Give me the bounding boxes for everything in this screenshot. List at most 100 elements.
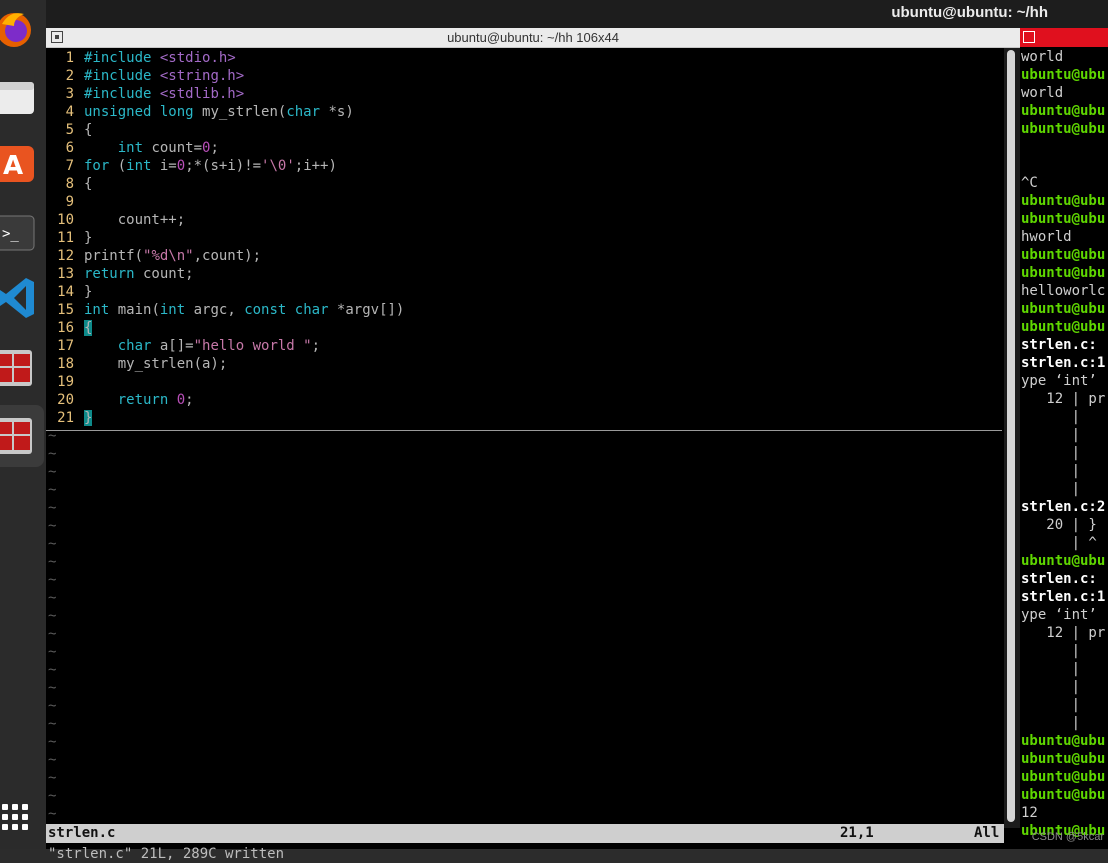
code-text[interactable]: return count; bbox=[84, 265, 194, 283]
code-text[interactable]: int count=0; bbox=[84, 139, 219, 157]
terminal-icon[interactable]: >_ bbox=[0, 208, 44, 264]
code-text[interactable]: #include <string.h> bbox=[84, 67, 244, 85]
terminal-output-line: ubuntu@ubu bbox=[1021, 733, 1106, 749]
code-text[interactable]: #include <stdio.h> bbox=[84, 49, 236, 67]
line-number: 12 bbox=[57, 248, 74, 264]
terminal-output-line: ubuntu@ubu bbox=[1021, 553, 1106, 569]
terminal-output-line: ubuntu@ubu bbox=[1021, 103, 1106, 119]
show-apps-icon[interactable] bbox=[0, 796, 44, 852]
terminal-output-line: world bbox=[1021, 85, 1064, 101]
line-number: 10 bbox=[57, 212, 74, 228]
second-terminal-titlebar[interactable] bbox=[1020, 28, 1108, 47]
line-number: 6 bbox=[65, 140, 74, 156]
svg-text:>_: >_ bbox=[2, 226, 19, 242]
empty-line-marker: ~ bbox=[48, 770, 57, 786]
empty-line-marker: ~ bbox=[48, 572, 57, 588]
empty-line-marker: ~ bbox=[48, 536, 57, 552]
top-bar: ubuntu@ubuntu: ~/hh bbox=[0, 0, 1108, 28]
line-number: 1 bbox=[65, 50, 74, 66]
terminal-output-line: | ^ bbox=[1021, 535, 1097, 551]
line-number: 13 bbox=[57, 266, 74, 282]
terminal-output-line: hworld bbox=[1021, 229, 1072, 245]
line-number: 18 bbox=[57, 356, 74, 372]
terminal-output-line: strlen.c:1 bbox=[1021, 355, 1106, 371]
terminal-output-line: 12 | pr bbox=[1021, 391, 1106, 407]
code-text[interactable]: } bbox=[84, 409, 93, 427]
code-text[interactable]: #include <stdlib.h> bbox=[84, 85, 244, 103]
terminal-titlebar[interactable]: ubuntu@ubuntu: ~/hh 106x44 bbox=[46, 28, 1020, 48]
files-icon[interactable] bbox=[0, 70, 44, 126]
watermark: CSDN @5kcar bbox=[1031, 831, 1104, 843]
terminal-output-line: 12 bbox=[1021, 805, 1038, 821]
code-text[interactable]: return 0; bbox=[84, 391, 194, 409]
terminal-output-line: ubuntu@ubu bbox=[1021, 211, 1106, 227]
line-number: 21 bbox=[57, 410, 74, 426]
svg-text:A: A bbox=[3, 151, 23, 181]
terminal-output-line: ubuntu@ubu bbox=[1021, 301, 1106, 317]
firefox-icon[interactable] bbox=[0, 4, 44, 60]
line-number: 17 bbox=[57, 338, 74, 354]
terminal-output-line: world bbox=[1021, 49, 1064, 65]
terminal-output-line: | bbox=[1021, 409, 1081, 425]
dock: A >_ bbox=[0, 0, 46, 849]
empty-line-marker: ~ bbox=[48, 662, 57, 678]
window-title: ubuntu@ubuntu: ~/hh bbox=[891, 4, 1048, 21]
app-center-icon[interactable]: A bbox=[0, 136, 44, 192]
empty-line-marker: ~ bbox=[48, 788, 57, 804]
terminal-output-line: ubuntu@ubu bbox=[1021, 193, 1106, 209]
line-number: 15 bbox=[57, 302, 74, 318]
empty-line-marker: ~ bbox=[48, 644, 57, 660]
status-cursor-position: 21,1 bbox=[840, 825, 874, 841]
scrollbar-thumb[interactable] bbox=[1007, 50, 1015, 822]
code-text[interactable]: for (int i=0;*(s+i)!='\0';i++) bbox=[84, 157, 337, 175]
terminal-window[interactable]: ubuntu@ubuntu: ~/hh 106x44 1 #include <st… bbox=[46, 28, 1020, 862]
terminal-output-line: ubuntu@ubu bbox=[1021, 319, 1106, 335]
empty-line-marker: ~ bbox=[48, 500, 57, 516]
second-terminal-window[interactable]: world ubuntu@ubu world ubuntu@ubu ubuntu@ubu… bbox=[1020, 28, 1108, 849]
terminal-output-line: | bbox=[1021, 463, 1081, 479]
code-text[interactable]: count++; bbox=[84, 211, 185, 229]
terminal-output-line: ubuntu@ubu bbox=[1021, 769, 1106, 785]
terminal-output-line: strlen.c:1 bbox=[1021, 589, 1106, 605]
empty-line-marker: ~ bbox=[48, 626, 57, 642]
terminal-output-line: ubuntu@ubu bbox=[1021, 787, 1106, 803]
terminal-output-line: ubuntu@ubu bbox=[1021, 121, 1106, 137]
app-window-icon[interactable] bbox=[0, 410, 44, 466]
empty-line-marker: ~ bbox=[48, 518, 57, 534]
vscode-icon[interactable] bbox=[0, 272, 44, 328]
code-text[interactable]: char a[]="hello world "; bbox=[84, 337, 320, 355]
terminal-scrollbar[interactable] bbox=[1004, 48, 1020, 828]
line-number: 19 bbox=[57, 374, 74, 390]
terminal-output-line: | bbox=[1021, 427, 1081, 443]
app-window-icon[interactable] bbox=[0, 342, 44, 398]
status-scroll: All bbox=[974, 825, 1000, 841]
terminal-output-line: ype ‘int’ bbox=[1021, 607, 1097, 623]
empty-line-marker: ~ bbox=[48, 464, 57, 480]
code-text[interactable]: { bbox=[84, 175, 92, 193]
code-text[interactable]: my_strlen(a); bbox=[84, 355, 228, 373]
empty-line-marker: ~ bbox=[48, 590, 57, 606]
terminal-output-line: 12 | pr bbox=[1021, 625, 1106, 641]
terminal-menu-icon[interactable] bbox=[1023, 31, 1035, 43]
line-number: 9 bbox=[65, 194, 74, 210]
cursor-line bbox=[46, 430, 1002, 431]
terminal-output-line: | bbox=[1021, 697, 1081, 713]
terminal-output-line: 20 | } bbox=[1021, 517, 1097, 533]
terminal-output-line: ^C bbox=[1021, 175, 1038, 191]
code-text[interactable]: { bbox=[84, 121, 92, 139]
code-text[interactable]: int main(int argc, const char *argv[]) bbox=[84, 301, 404, 319]
terminal-output-line: strlen.c: bbox=[1021, 571, 1097, 587]
vim-editor[interactable]: 1 #include <stdio.h> 2 #include <string.h> 3… bbox=[46, 48, 1004, 862]
vim-message-line: "strlen.c" 21L, 289C written bbox=[48, 846, 285, 862]
empty-line-marker: ~ bbox=[48, 698, 57, 714]
line-number: 16 bbox=[57, 320, 74, 336]
terminal-output-line: ubuntu@ubu bbox=[1021, 247, 1106, 263]
vim-status-bar: strlen.c 21,1 All bbox=[46, 824, 1004, 843]
code-text[interactable]: unsigned long my_strlen(char *s) bbox=[84, 103, 354, 121]
code-text[interactable]: { bbox=[84, 319, 93, 337]
code-text[interactable]: printf("%d\n",count); bbox=[84, 247, 261, 265]
status-filename: strlen.c bbox=[48, 825, 116, 841]
code-text[interactable]: } bbox=[84, 229, 92, 247]
code-text[interactable]: } bbox=[84, 283, 92, 301]
terminal-output-line: | bbox=[1021, 643, 1081, 659]
